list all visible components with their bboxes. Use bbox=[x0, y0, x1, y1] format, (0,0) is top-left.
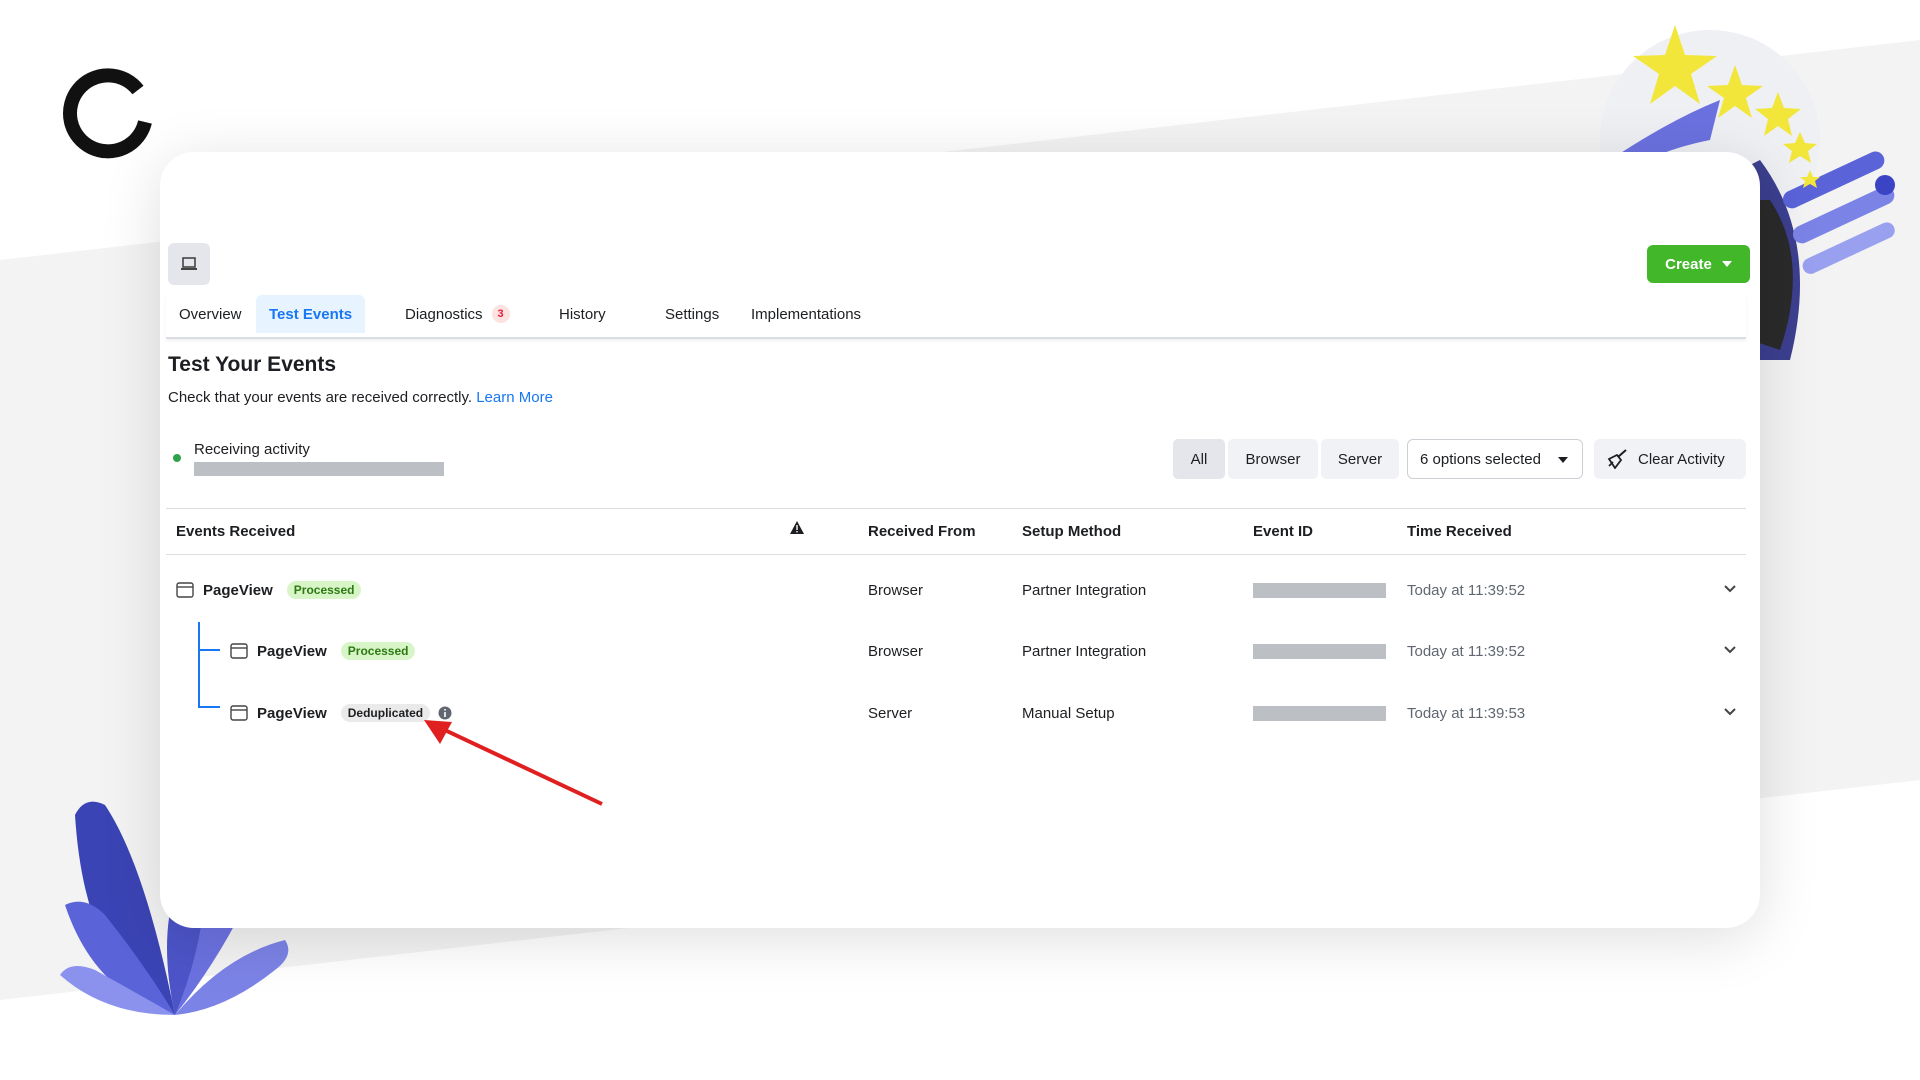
table-row[interactable]: PageView Deduplicated Server Manual Setu… bbox=[160, 688, 1760, 738]
events-manager-panel: Create Overview Test Events Diagnostics … bbox=[160, 152, 1760, 928]
received-from-cell: Server bbox=[868, 704, 913, 722]
activity-status-text: Receiving activity bbox=[194, 441, 310, 458]
setup-method-cell: Manual Setup bbox=[1022, 704, 1115, 722]
redacted-event-id bbox=[1253, 582, 1386, 598]
clear-activity-button[interactable]: Clear Activity bbox=[1594, 439, 1746, 479]
table-top-divider bbox=[166, 508, 1746, 509]
column-header-received-from: Received From bbox=[868, 523, 976, 540]
redacted-event-id bbox=[1253, 705, 1386, 721]
column-header-events: Events Received bbox=[176, 523, 296, 540]
event-name: PageView bbox=[257, 642, 327, 660]
tab-diagnostics[interactable]: Diagnostics 3 bbox=[392, 295, 523, 333]
create-button-label: Create bbox=[1665, 255, 1712, 273]
time-received-cell: Today at 11:39:53 bbox=[1407, 704, 1526, 722]
received-from-cell: Browser bbox=[868, 642, 924, 660]
chevron-down-icon[interactable] bbox=[1724, 708, 1736, 716]
broom-icon bbox=[1607, 449, 1627, 469]
redacted-url-bar bbox=[194, 462, 444, 476]
tab-implementations[interactable]: Implementations bbox=[738, 295, 874, 333]
annotation-arrow bbox=[424, 720, 603, 806]
caret-down-icon bbox=[1721, 261, 1732, 267]
event-filter-dropdown[interactable]: 6 options selected bbox=[1407, 439, 1583, 479]
status-badge: Processed bbox=[286, 581, 362, 599]
warning-icon bbox=[790, 521, 804, 534]
browser-window-icon bbox=[230, 705, 248, 721]
filter-server-button[interactable]: Server bbox=[1321, 439, 1399, 479]
received-from-cell: Browser bbox=[868, 581, 924, 599]
event-id-cell bbox=[1253, 688, 1386, 738]
column-header-time-received: Time Received bbox=[1407, 523, 1512, 540]
tab-label: Test Events bbox=[269, 305, 353, 323]
event-cell: PageView Processed bbox=[230, 626, 416, 676]
learn-more-link[interactable]: Learn More bbox=[476, 389, 553, 406]
time-received-cell: Today at 11:39:52 bbox=[1407, 581, 1526, 599]
tab-label: History bbox=[559, 305, 606, 323]
tab-bar: Overview Test Events Diagnostics 3 Histo… bbox=[166, 295, 1746, 339]
caret-down-icon bbox=[1558, 457, 1568, 463]
setup-method-cell: Partner Integration bbox=[1022, 581, 1147, 599]
device-toggle-button[interactable] bbox=[168, 243, 210, 285]
tab-test-events[interactable]: Test Events bbox=[256, 295, 366, 333]
tab-settings[interactable]: Settings bbox=[652, 295, 732, 333]
browser-window-icon bbox=[176, 582, 194, 598]
tab-label: Overview bbox=[179, 305, 242, 323]
page-title: Test Your Events bbox=[168, 353, 337, 376]
brand-logo bbox=[63, 68, 152, 159]
browser-window-icon bbox=[230, 643, 248, 659]
tab-label: Diagnostics bbox=[405, 305, 483, 323]
event-id-cell bbox=[1253, 626, 1386, 676]
redacted-event-id bbox=[1253, 643, 1386, 659]
create-button[interactable]: Create bbox=[1647, 245, 1750, 283]
filter-browser-button[interactable]: Browser bbox=[1228, 439, 1318, 479]
diagnostics-count-badge: 3 bbox=[491, 305, 510, 323]
event-id-cell bbox=[1253, 565, 1386, 615]
column-header-event-id: Event ID bbox=[1253, 523, 1314, 540]
event-name: PageView bbox=[203, 581, 273, 599]
description-text: Check that your events are received corr… bbox=[168, 389, 473, 406]
table-row[interactable]: PageView Processed Browser Partner Integ… bbox=[160, 626, 1760, 676]
laptop-icon bbox=[181, 257, 197, 270]
chevron-down-icon[interactable] bbox=[1724, 585, 1736, 593]
column-header-setup-method: Setup Method bbox=[1022, 523, 1122, 540]
table-row[interactable]: PageView Processed Browser Partner Integ… bbox=[160, 565, 1760, 615]
clear-activity-label: Clear Activity bbox=[1638, 450, 1725, 468]
tab-label: Settings bbox=[665, 305, 720, 323]
activity-status-dot bbox=[173, 454, 181, 462]
page-description: Check that your events are received corr… bbox=[168, 389, 553, 406]
tab-label: Implementations bbox=[751, 305, 862, 323]
tab-history[interactable]: History bbox=[546, 295, 619, 333]
chevron-down-icon[interactable] bbox=[1724, 646, 1736, 654]
filter-all-button[interactable]: All bbox=[1173, 439, 1225, 479]
table-header-divider bbox=[166, 554, 1746, 555]
setup-method-cell: Partner Integration bbox=[1022, 642, 1147, 660]
dropdown-value: 6 options selected bbox=[1420, 450, 1541, 468]
time-received-cell: Today at 11:39:52 bbox=[1407, 642, 1526, 660]
tab-overview[interactable]: Overview bbox=[166, 295, 255, 333]
status-badge: Processed bbox=[340, 642, 416, 660]
event-name: PageView bbox=[257, 704, 327, 722]
event-cell: PageView Processed bbox=[176, 565, 362, 615]
